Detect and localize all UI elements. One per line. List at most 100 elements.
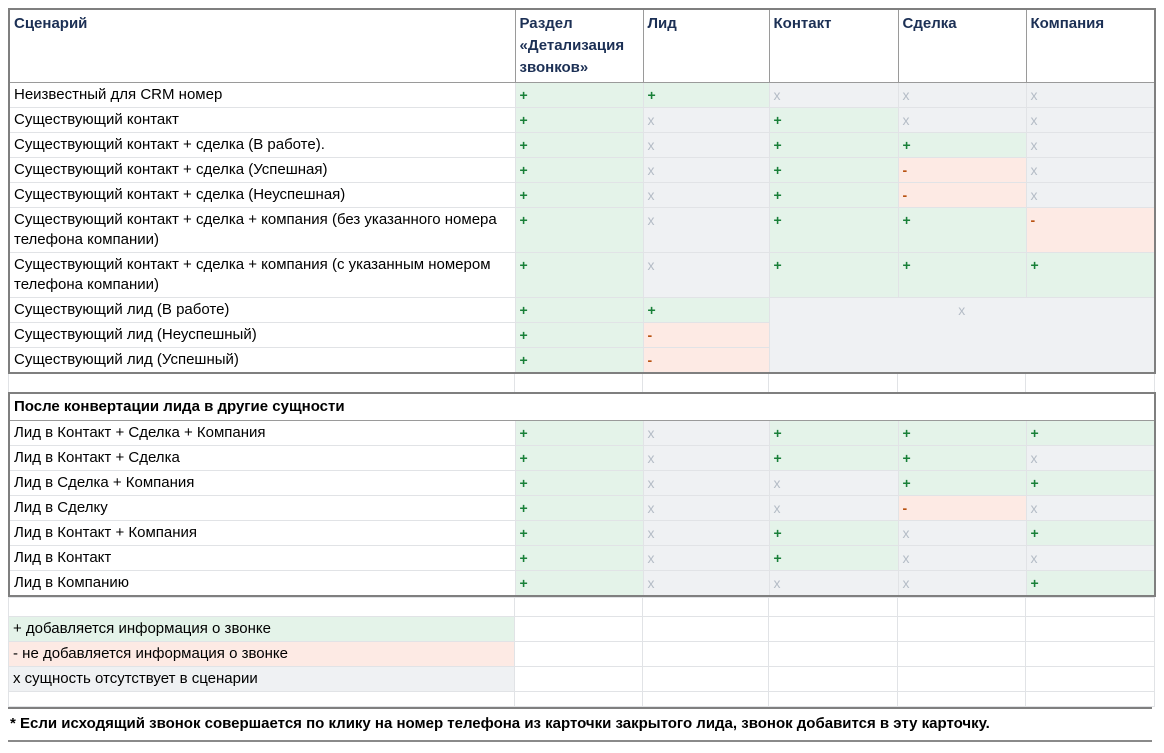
mark-cell-plus: +: [1026, 471, 1155, 496]
mark-cell-x: x: [643, 546, 769, 571]
mark-cell-minus: -: [898, 158, 1026, 183]
empty-cell: [515, 642, 643, 667]
mark-cell-x: x: [898, 83, 1026, 108]
mark-cell-plus: +: [515, 546, 643, 571]
mark-cell-x: x: [898, 521, 1026, 546]
mark-cell-minus: -: [643, 348, 769, 374]
empty-cell: [769, 617, 898, 642]
table-row: Лид в Сделка + Компания+xx++: [9, 471, 1155, 496]
mark-cell-x: x: [1026, 133, 1155, 158]
mark-cell-plus: +: [515, 571, 643, 597]
empty-cell: [515, 692, 643, 707]
mark-cell-plus: +: [769, 421, 898, 446]
empty-cell: [898, 692, 1026, 707]
mark-cell-plus: +: [515, 253, 643, 298]
mark-cell-plus: +: [515, 158, 643, 183]
mark-cell-x: x: [1026, 83, 1155, 108]
empty-cell: [898, 374, 1026, 392]
mark-cell-x: x: [1026, 496, 1155, 521]
mark-cell-plus: +: [515, 208, 643, 253]
spacer-row: [9, 374, 1155, 392]
empty-cell: [643, 642, 769, 667]
scenario-label: Существующий лид (Успешный): [9, 348, 515, 374]
mark-cell-plus: +: [769, 253, 898, 298]
mark-cell-plus: +: [898, 421, 1026, 446]
mark-cell-plus: +: [769, 183, 898, 208]
mark-cell-x: x: [769, 83, 898, 108]
section-title: После конвертации лида в другие сущности: [9, 393, 1155, 421]
mark-cell-x: x: [1026, 158, 1155, 183]
empty-cell: [898, 617, 1026, 642]
mark-cell-minus: -: [898, 496, 1026, 521]
empty-cell: [643, 692, 769, 707]
mark-cell-plus: +: [515, 133, 643, 158]
column-header: Сделка: [898, 9, 1026, 83]
mark-cell-x: x: [643, 421, 769, 446]
empty-cell: [769, 374, 898, 392]
empty-cell: [515, 617, 643, 642]
table-row: Существующий контакт + сделка (В работе)…: [9, 133, 1155, 158]
table-row: Существующий контакт + сделка (Успешная)…: [9, 158, 1155, 183]
table-row: Существующий контакт + сделка + компания…: [9, 253, 1155, 298]
mark-cell-plus: +: [898, 471, 1026, 496]
mark-cell-x: x: [643, 158, 769, 183]
empty-cell: [643, 598, 769, 617]
mark-cell-plus: +: [515, 348, 643, 374]
table-row: Существующий контакт + сделка (Неуспешна…: [9, 183, 1155, 208]
table-row: Лид в Контакт + Сделка + Компания+x+++: [9, 421, 1155, 446]
empty-cell: [1026, 598, 1155, 617]
mark-cell-plus: +: [898, 208, 1026, 253]
column-header: Контакт: [769, 9, 898, 83]
mark-cell-x: x: [643, 208, 769, 253]
scenario-table: СценарийРаздел «Детализация звонков»ЛидК…: [8, 8, 1156, 374]
empty-cell: [9, 598, 515, 617]
mark-cell-x: x: [643, 183, 769, 208]
section-header-row: После конвертации лида в другие сущности: [9, 393, 1155, 421]
empty-cell: [1026, 374, 1155, 392]
spacer-row: [9, 598, 1155, 617]
mark-cell-x: x: [769, 471, 898, 496]
legend-row: х сущность отсутствует в сценарии: [9, 667, 1155, 692]
mark-cell-plus: +: [515, 298, 643, 323]
mark-cell-plus: +: [1026, 421, 1155, 446]
empty-cell: [1026, 692, 1155, 707]
empty-cell: [515, 667, 643, 692]
mark-cell-plus: +: [769, 446, 898, 471]
legend-item-plus: + добавляется информация о звонке: [9, 617, 515, 642]
scenario-label: Существующий контакт + сделка (Успешная): [9, 158, 515, 183]
mark-cell-x: x: [1026, 183, 1155, 208]
table-row: Лид в Контакт + Компания+x+x+: [9, 521, 1155, 546]
mark-cell-plus: +: [1026, 253, 1155, 298]
mark-cell-x: x: [1026, 108, 1155, 133]
scenario-label: Существующий контакт: [9, 108, 515, 133]
table-row: Существующий контакт + сделка + компания…: [9, 208, 1155, 253]
mark-cell-plus: +: [769, 133, 898, 158]
mark-cell-plus: +: [643, 298, 769, 323]
column-header: Сценарий: [9, 9, 515, 83]
table-row: Лид в Контакт + Сделка+x++x: [9, 446, 1155, 471]
empty-cell: [769, 598, 898, 617]
empty-cell: [769, 692, 898, 707]
empty-cell: [9, 374, 515, 392]
table-row: Существующий лид (В работе)++x: [9, 298, 1155, 323]
empty-cell: [515, 598, 643, 617]
empty-cell: [1026, 667, 1155, 692]
mark-cell-x: x: [898, 546, 1026, 571]
table-row: Лид в Компанию+xxx+: [9, 571, 1155, 597]
empty-cell: [515, 374, 643, 392]
mark-cell-plus: +: [515, 421, 643, 446]
legend-table: + добавляется информация о звонке- не до…: [8, 597, 1155, 707]
scenario-label: Существующий лид (Неуспешный): [9, 323, 515, 348]
scenario-label: Неизвестный для CRM номер: [9, 83, 515, 108]
scenario-label: Существующий контакт + сделка + компания…: [9, 208, 515, 253]
spacer-row: [9, 692, 1155, 707]
scenario-label: Лид в Сделка + Компания: [9, 471, 515, 496]
mark-cell-plus: +: [515, 521, 643, 546]
empty-cell: [769, 667, 898, 692]
table-row: Существующий контакт+x+xx: [9, 108, 1155, 133]
mark-cell-plus: +: [515, 446, 643, 471]
mark-cell-plus: +: [769, 521, 898, 546]
mark-cell-plus: +: [515, 471, 643, 496]
mark-cell-x: x: [643, 521, 769, 546]
mark-cell-x: x: [898, 571, 1026, 597]
